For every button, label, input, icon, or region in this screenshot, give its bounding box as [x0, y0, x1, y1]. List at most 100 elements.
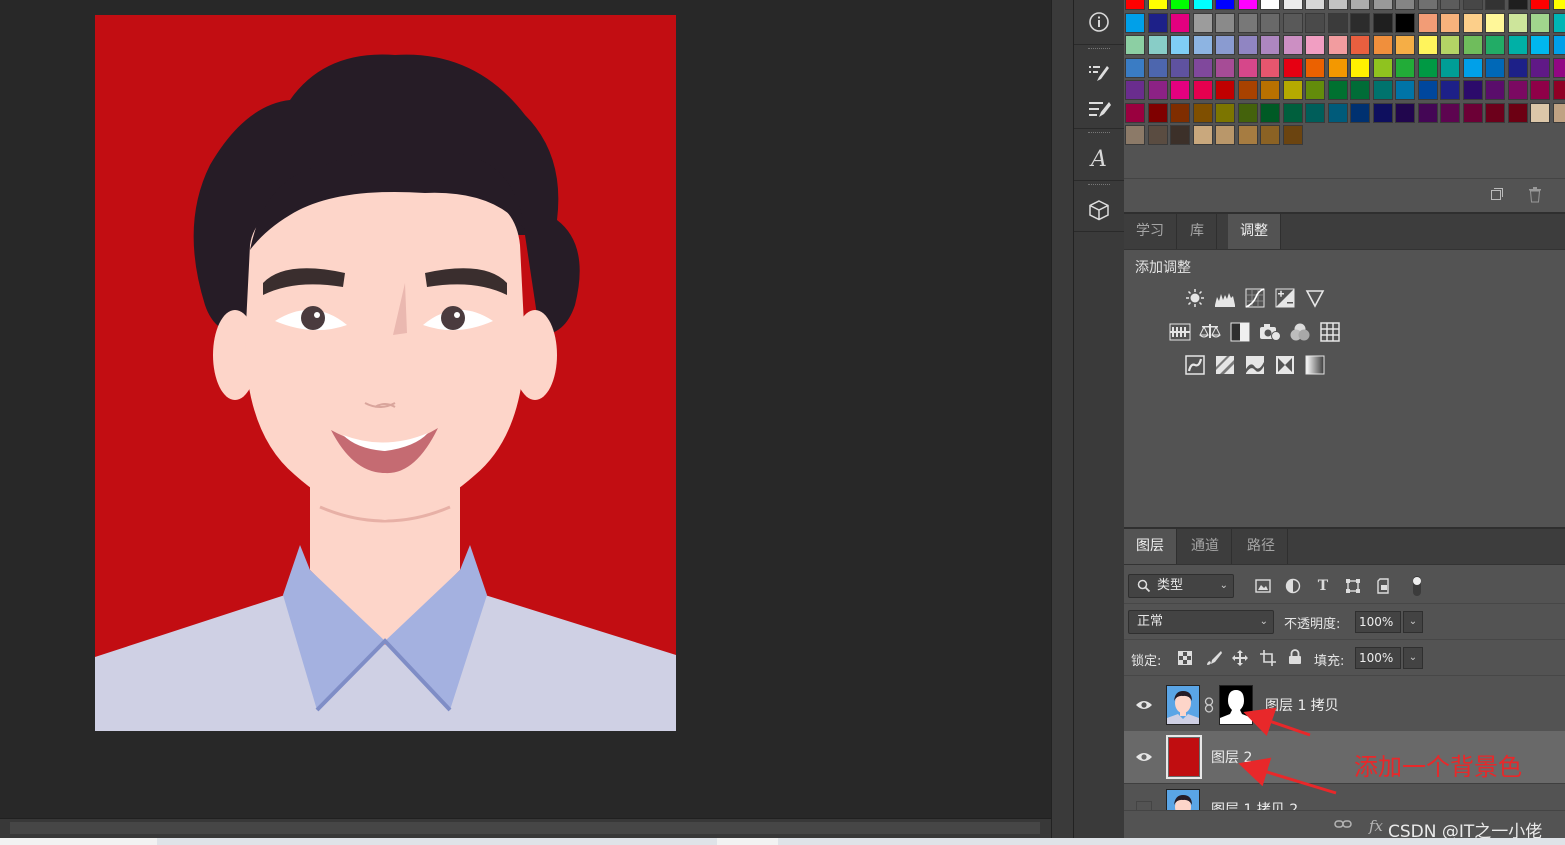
color-swatch[interactable]	[1530, 80, 1550, 100]
color-swatch[interactable]	[1485, 12, 1505, 33]
color-swatch[interactable]	[1395, 80, 1415, 100]
color-swatch[interactable]	[1282, 125, 1303, 145]
tab-learn[interactable]: 学习	[1124, 214, 1177, 249]
color-swatch[interactable]	[1170, 125, 1190, 145]
filter-pixel-icon[interactable]	[1254, 577, 1272, 595]
color-swatch[interactable]	[1125, 35, 1145, 55]
filter-toggle-icon[interactable]	[1408, 576, 1426, 596]
threshold-icon[interactable]	[1244, 354, 1266, 376]
color-swatch[interactable]	[1327, 57, 1348, 78]
color-swatch[interactable]	[1192, 0, 1213, 10]
color-swatch[interactable]	[1125, 125, 1145, 145]
color-swatch[interactable]	[1305, 12, 1325, 33]
visibility-eye-icon[interactable]	[1134, 695, 1154, 715]
color-swatch[interactable]	[1462, 35, 1483, 55]
color-swatch[interactable]	[1350, 102, 1370, 123]
color-swatch[interactable]	[1395, 102, 1415, 123]
color-swatch[interactable]	[1260, 57, 1280, 78]
color-swatch[interactable]	[1350, 35, 1370, 55]
color-swatch[interactable]	[1147, 35, 1168, 55]
color-swatch[interactable]	[1260, 102, 1280, 123]
color-swatch[interactable]	[1530, 57, 1550, 78]
levels-icon[interactable]	[1214, 287, 1236, 309]
hue-saturation-icon[interactable]	[1169, 321, 1191, 343]
layer-name[interactable]: 图层 1 拷贝 2	[1211, 799, 1298, 810]
color-swatch[interactable]	[1530, 35, 1550, 55]
layer-row[interactable]: 图层 1 拷贝 2	[1124, 783, 1565, 810]
color-swatch[interactable]	[1530, 0, 1550, 10]
color-swatch[interactable]	[1215, 35, 1235, 55]
vibrance-icon[interactable]	[1304, 287, 1326, 309]
exposure-icon[interactable]	[1274, 287, 1296, 309]
color-swatch[interactable]	[1170, 0, 1190, 10]
color-swatch[interactable]	[1507, 80, 1528, 100]
layer-mask-thumbnail[interactable]	[1219, 685, 1253, 725]
color-swatch[interactable]	[1462, 57, 1483, 78]
color-swatch[interactable]	[1507, 102, 1528, 123]
opacity-input[interactable]: 100%	[1355, 611, 1401, 633]
color-lookup-icon[interactable]	[1319, 321, 1341, 343]
color-swatch[interactable]	[1530, 12, 1550, 33]
channel-mixer-icon[interactable]	[1289, 321, 1311, 343]
color-swatch[interactable]	[1170, 35, 1190, 55]
color-swatch[interactable]	[1215, 80, 1235, 100]
tab-layers[interactable]: 图层	[1124, 529, 1177, 564]
lock-position-move-icon[interactable]	[1231, 649, 1249, 667]
color-swatch[interactable]	[1552, 102, 1565, 123]
color-swatch[interactable]	[1147, 102, 1168, 123]
tab-channels[interactable]: 通道	[1179, 529, 1232, 564]
color-swatch[interactable]	[1170, 102, 1190, 123]
color-swatch[interactable]	[1552, 80, 1565, 100]
color-swatch[interactable]	[1147, 12, 1168, 33]
layer-name[interactable]: 图层 1 拷贝	[1265, 695, 1339, 715]
layer-thumbnail[interactable]	[1166, 685, 1200, 725]
color-swatch[interactable]	[1327, 35, 1348, 55]
color-swatch[interactable]	[1462, 102, 1483, 123]
panel-grip[interactable]	[1088, 184, 1110, 188]
color-swatch[interactable]	[1485, 35, 1505, 55]
color-swatch[interactable]	[1215, 125, 1235, 145]
color-swatch[interactable]	[1192, 35, 1213, 55]
color-swatch[interactable]	[1170, 12, 1190, 33]
selective-color-icon[interactable]	[1274, 354, 1296, 376]
layer-style-fx-icon[interactable]: fx	[1369, 817, 1383, 835]
brightness-contrast-icon[interactable]	[1184, 287, 1206, 309]
color-swatch[interactable]	[1282, 80, 1303, 100]
color-swatch[interactable]	[1372, 35, 1393, 55]
color-swatch[interactable]	[1440, 102, 1460, 123]
color-swatch[interactable]	[1192, 102, 1213, 123]
color-swatch[interactable]	[1215, 57, 1235, 78]
color-swatch[interactable]	[1395, 35, 1415, 55]
color-swatch[interactable]	[1440, 12, 1460, 33]
color-swatch[interactable]	[1530, 102, 1550, 123]
color-swatch[interactable]	[1237, 0, 1258, 10]
tab-adjustments[interactable]: 调整	[1228, 214, 1281, 249]
color-swatch[interactable]	[1147, 57, 1168, 78]
visibility-toggle-empty[interactable]	[1136, 801, 1152, 810]
color-swatch[interactable]	[1305, 35, 1325, 55]
color-swatch[interactable]	[1327, 0, 1348, 10]
color-swatch[interactable]	[1147, 125, 1168, 145]
color-swatch[interactable]	[1372, 80, 1393, 100]
tab-libraries[interactable]: 库	[1178, 214, 1217, 249]
layer-name[interactable]: 图层 2	[1211, 747, 1252, 767]
color-swatch[interactable]	[1305, 102, 1325, 123]
color-swatch[interactable]	[1417, 35, 1438, 55]
color-swatch[interactable]	[1350, 0, 1370, 10]
color-swatch[interactable]	[1237, 125, 1258, 145]
link-layers-icon[interactable]	[1334, 817, 1352, 835]
color-swatch[interactable]	[1417, 12, 1438, 33]
color-swatch[interactable]	[1305, 57, 1325, 78]
brush-presets-icon[interactable]	[1074, 91, 1124, 127]
color-swatch[interactable]	[1350, 80, 1370, 100]
color-swatch[interactable]	[1282, 57, 1303, 78]
color-swatch[interactable]	[1237, 35, 1258, 55]
color-swatch[interactable]	[1507, 0, 1528, 10]
trash-icon[interactable]	[1526, 187, 1544, 205]
layer-row[interactable]: 图层 1 拷贝	[1124, 679, 1565, 732]
color-swatch[interactable]	[1440, 80, 1460, 100]
info-icon[interactable]	[1074, 4, 1124, 40]
color-swatch[interactable]	[1305, 0, 1325, 10]
3d-cube-icon[interactable]	[1074, 192, 1124, 228]
horizontal-scrollbar[interactable]	[0, 818, 1051, 839]
